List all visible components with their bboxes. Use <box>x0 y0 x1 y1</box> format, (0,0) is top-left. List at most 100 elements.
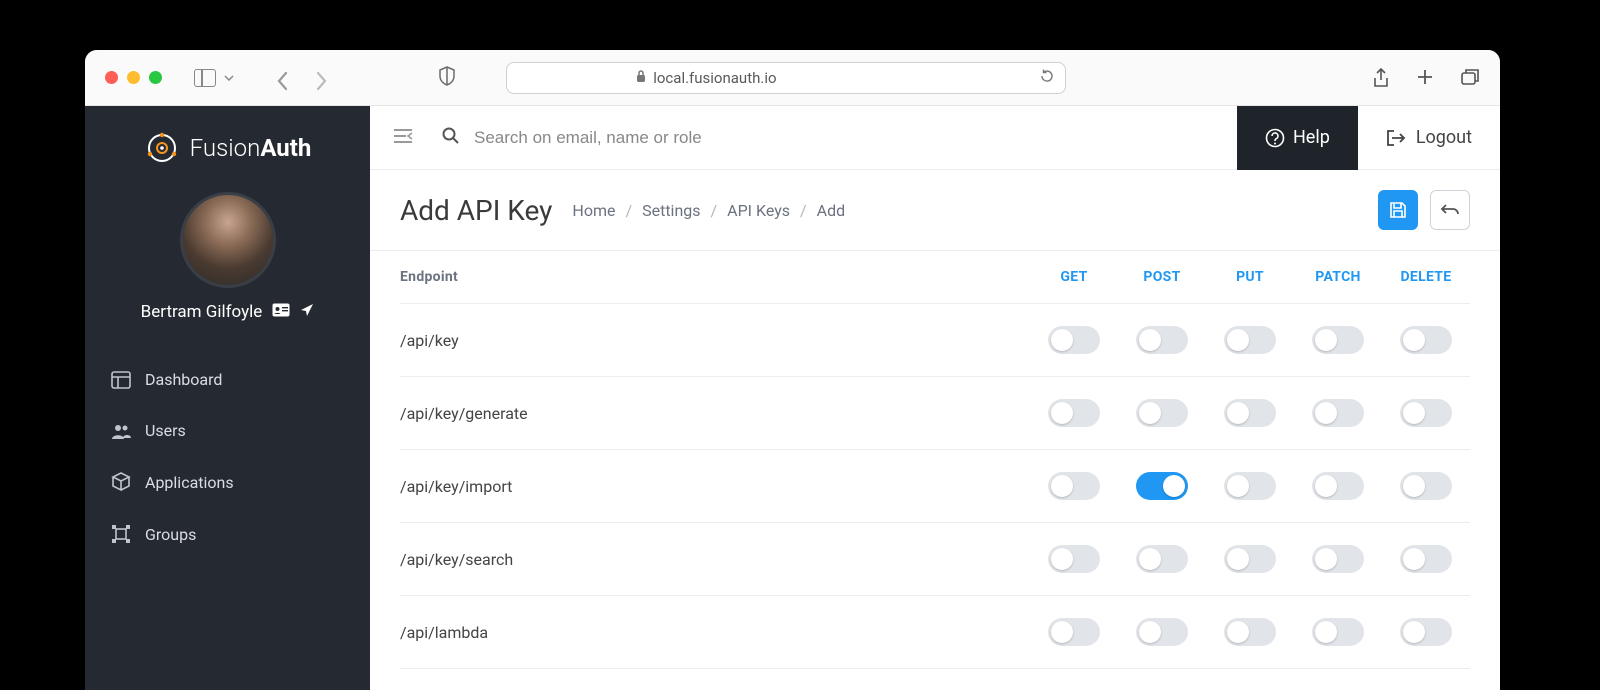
breadcrumb-add: Add <box>817 201 845 220</box>
toggle-get[interactable] <box>1048 472 1100 500</box>
new-tab-icon[interactable] <box>1416 68 1434 88</box>
toggle-patch[interactable] <box>1312 545 1364 573</box>
toggle-delete[interactable] <box>1400 399 1452 427</box>
table-header: Endpoint GET POST PUT PATCH DELETE <box>400 251 1470 304</box>
endpoint-cell: /api/key/generate <box>400 404 1030 423</box>
table-row: /api/key/import <box>400 450 1470 523</box>
share-icon[interactable] <box>1372 68 1390 88</box>
lock-icon <box>635 69 647 87</box>
tabs-icon[interactable] <box>1460 68 1480 88</box>
endpoint-cell: /api/lambda <box>400 623 1030 642</box>
toggle-delete[interactable] <box>1400 472 1452 500</box>
endpoint-cell: /api/key/search <box>400 550 1030 569</box>
toggle-get[interactable] <box>1048 618 1100 646</box>
topbar: Help Logout <box>370 106 1500 170</box>
brand-name-bold: Auth <box>260 134 311 162</box>
help-button[interactable]: Help <box>1237 106 1358 170</box>
logout-button[interactable]: Logout <box>1358 106 1500 170</box>
toggle-put[interactable] <box>1224 399 1276 427</box>
endpoint-cell: /api/key <box>400 331 1030 350</box>
table-row: /api/key <box>400 304 1470 377</box>
toggle-post[interactable] <box>1136 326 1188 354</box>
logout-label: Logout <box>1416 127 1472 148</box>
window-close-icon[interactable] <box>105 71 118 84</box>
back-button[interactable] <box>1430 190 1470 230</box>
traffic-lights <box>105 71 162 84</box>
sidebar-item-label: Users <box>145 421 186 440</box>
sidebar-item-applications[interactable]: Applications <box>85 456 370 508</box>
sidebar-item-label: Dashboard <box>145 370 222 389</box>
back-button[interactable] <box>276 71 290 85</box>
brand-name-light: Fusion <box>190 134 261 162</box>
header-endpoint: Endpoint <box>400 269 1030 285</box>
endpoint-cell: /api/key/import <box>400 477 1030 496</box>
toggle-post[interactable] <box>1136 399 1188 427</box>
toggle-patch[interactable] <box>1312 399 1364 427</box>
sidebar-item-users[interactable]: Users <box>85 405 370 456</box>
header-post[interactable]: POST <box>1118 269 1206 285</box>
brand-logo[interactable]: FusionAuth <box>85 106 370 178</box>
logout-icon <box>1386 129 1406 147</box>
id-card-icon[interactable] <box>272 302 290 322</box>
toggle-get[interactable] <box>1048 399 1100 427</box>
toggle-put[interactable] <box>1224 545 1276 573</box>
refresh-icon[interactable] <box>1039 68 1055 88</box>
toggle-put[interactable] <box>1224 472 1276 500</box>
toggle-delete[interactable] <box>1400 326 1452 354</box>
undo-icon <box>1440 203 1460 217</box>
toggle-delete[interactable] <box>1400 545 1452 573</box>
forward-button[interactable] <box>314 71 328 85</box>
save-button[interactable] <box>1378 190 1418 230</box>
username-label: Bertram Gilfoyle <box>141 302 263 322</box>
browser-nav <box>276 71 328 85</box>
user-profile[interactable]: Bertram Gilfoyle <box>85 178 370 340</box>
toggle-put[interactable] <box>1224 326 1276 354</box>
window-minimize-icon[interactable] <box>127 71 140 84</box>
main-content: Help Logout Add API Key Home / Settings … <box>370 106 1500 690</box>
toggle-put[interactable] <box>1224 618 1276 646</box>
help-label: Help <box>1293 127 1330 148</box>
sidebar-menu: Dashboard Users Applications Groups <box>85 354 370 560</box>
toggle-post[interactable] <box>1136 545 1188 573</box>
sidebar-toggle-icon[interactable] <box>194 69 216 87</box>
toggle-post[interactable] <box>1136 618 1188 646</box>
toggle-get[interactable] <box>1048 326 1100 354</box>
shield-icon[interactable] <box>438 66 456 90</box>
dashboard-icon <box>111 371 131 389</box>
searchbox <box>422 106 1237 169</box>
page-title: Add API Key <box>400 194 552 227</box>
header-patch[interactable]: PATCH <box>1294 269 1382 285</box>
window-zoom-icon[interactable] <box>149 71 162 84</box>
header-put[interactable]: PUT <box>1206 269 1294 285</box>
breadcrumb-home[interactable]: Home <box>572 201 615 220</box>
breadcrumb-api-keys[interactable]: API Keys <box>727 201 790 220</box>
sidebar-item-dashboard[interactable]: Dashboard <box>85 354 370 405</box>
toggle-patch[interactable] <box>1312 472 1364 500</box>
search-input[interactable] <box>474 128 1217 148</box>
breadcrumb: Home / Settings / API Keys / Add <box>572 201 845 220</box>
groups-icon <box>111 524 131 544</box>
collapse-sidebar-button[interactable] <box>384 120 422 156</box>
page-header: Add API Key Home / Settings / API Keys /… <box>370 170 1500 251</box>
toggle-get[interactable] <box>1048 545 1100 573</box>
page-actions <box>1378 190 1470 230</box>
address-bar[interactable]: local.fusionauth.io <box>506 62 1066 94</box>
browser-toolbar: local.fusionauth.io <box>85 50 1500 106</box>
toggle-post[interactable] <box>1136 472 1188 500</box>
browser-right-icons <box>1372 68 1480 88</box>
header-get[interactable]: GET <box>1030 269 1118 285</box>
table-row: /api/key/search <box>400 523 1470 596</box>
toggle-patch[interactable] <box>1312 326 1364 354</box>
sidebar: FusionAuth Bertram Gilfoyle <box>85 106 370 690</box>
table-row: /api/lambda <box>400 596 1470 669</box>
chevron-down-icon[interactable] <box>224 75 234 81</box>
location-arrow-icon[interactable] <box>300 302 314 322</box>
sidebar-item-groups[interactable]: Groups <box>85 508 370 560</box>
header-delete[interactable]: DELETE <box>1382 269 1470 285</box>
url-text: local.fusionauth.io <box>653 69 776 87</box>
help-icon <box>1265 128 1285 148</box>
toggle-delete[interactable] <box>1400 618 1452 646</box>
save-icon <box>1389 201 1407 219</box>
toggle-patch[interactable] <box>1312 618 1364 646</box>
breadcrumb-settings[interactable]: Settings <box>642 201 700 220</box>
